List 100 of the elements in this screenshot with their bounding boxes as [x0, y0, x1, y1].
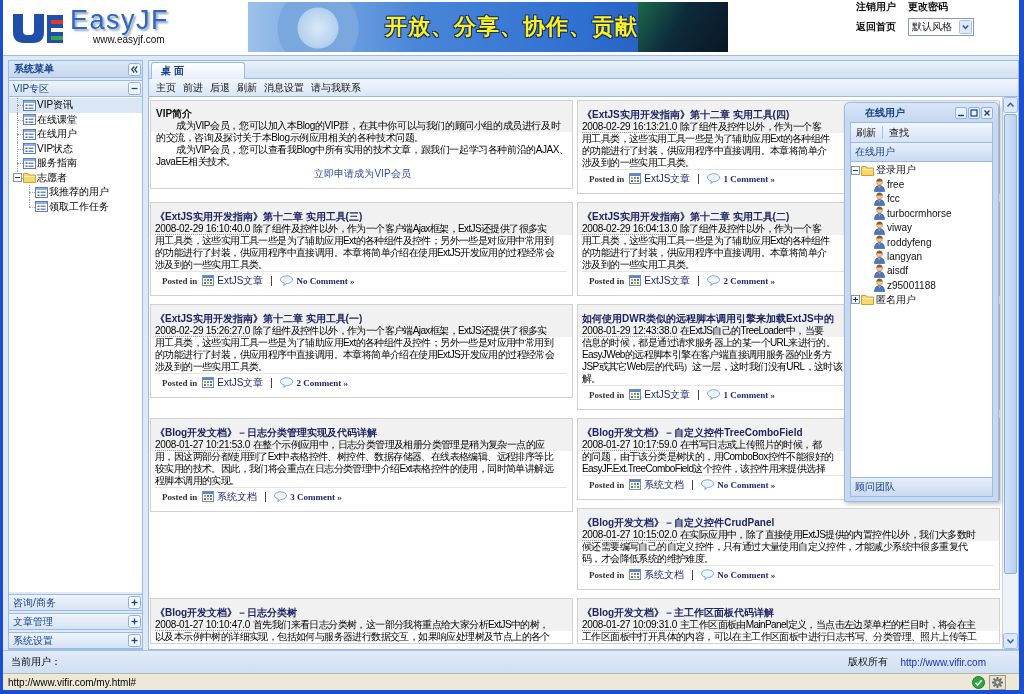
comment-link[interactable]: 2 Comment »	[296, 377, 348, 388]
list-icon	[23, 114, 36, 126]
grid-icon	[629, 479, 642, 490]
comment-link[interactable]: 1 Comment »	[723, 173, 775, 184]
comment-link[interactable]: 3 Comment »	[290, 491, 342, 502]
tree-item[interactable]: viway	[851, 220, 992, 235]
person-icon	[874, 206, 885, 221]
toolbar-button[interactable]: 消息设置	[263, 79, 305, 96]
post-title-link[interactable]: 《Blog开发文档》－自定义控件CrudPanel	[582, 516, 775, 529]
tree-item[interactable]: 志愿者	[9, 170, 142, 185]
grid-icon	[202, 377, 215, 388]
person-icon	[874, 263, 885, 278]
post-excerpt: 2008-01-29 12:43:38.0 在ExtJS自己的TreeLoader中，当要 信息的时候，都是通过请求服务器上的某一个URL来进行的。 EasyJWeb的远程脚本引擎在客户端直接调用服务器的业务方 JSP或其它Web层的代码）这一层，这时我们没有URL，这时该 解。	[582, 325, 843, 385]
tree-item[interactable]: fcc	[851, 191, 992, 207]
tree-item[interactable]: VIP资讯	[9, 98, 142, 113]
toolbar-button[interactable]: 后退	[209, 79, 231, 96]
tree-item[interactable]: 在线用户	[9, 127, 142, 142]
comment-link[interactable]: No Comment »	[717, 479, 776, 490]
post-title-link[interactable]: 《ExtJS实用开发指南》第十二章 实用工具(四)	[582, 108, 790, 121]
toolbar-button[interactable]: 刷新	[236, 79, 258, 96]
tree-item[interactable]: 领取工作任务	[9, 199, 142, 214]
expand-button[interactable]	[128, 615, 141, 628]
comment-link[interactable]: No Comment »	[717, 569, 776, 580]
tree-item[interactable]: 我推荐的用户	[9, 185, 142, 200]
accordion-header[interactable]: VIP专区	[9, 80, 142, 97]
toolbar-button[interactable]: 前进	[182, 79, 204, 96]
speech-bubble-icon	[707, 173, 721, 184]
header-link[interactable]: 更改密码	[908, 0, 948, 14]
folder-icon	[861, 164, 874, 176]
toolbar-button[interactable]: 主页	[155, 79, 177, 96]
panel-header: 在线用户	[851, 143, 992, 162]
intro-title: VIP简介	[156, 107, 193, 120]
tree-item[interactable]: langyan	[851, 249, 992, 264]
tree-item[interactable]: z95001188	[851, 278, 992, 293]
header-link[interactable]: 注销用户	[856, 0, 896, 14]
posted-in-label: Posted in	[162, 275, 198, 286]
tree-item[interactable]: roddyfeng	[851, 234, 992, 250]
post-excerpt: 2008-02-29 16:10:40.0 除了组件及控件以外，作为一个客户端Ajax框架，ExtJS还提供了很多实 用工具类，这些实用工具一些是为了辅助应用Ext的各种组件及控件；另外一些是对应用中常用到 的功能进行了封装，供应用程序中直接调用。本章将简单介绍在使用ExtJS开发应用的过程经常会 涉及到的一些实用工具类。	[155, 223, 555, 271]
speech-bubble-icon	[707, 389, 721, 400]
maximize-button[interactable]	[968, 106, 980, 119]
header-link[interactable]: 返回首页	[856, 20, 896, 34]
accordion-header[interactable]: 顾问团队	[851, 477, 992, 496]
tree-item[interactable]: 登录用户	[851, 163, 992, 178]
speech-bubble-icon	[701, 569, 715, 580]
accordion-header[interactable]: 系统设置	[9, 632, 142, 649]
scroll-up-button[interactable]	[1003, 97, 1018, 113]
comment-link[interactable]: 2 Comment »	[723, 275, 775, 286]
category-link[interactable]: 系统文档	[644, 477, 685, 492]
post-excerpt: 2008-01-27 10:17:59.0 在书写日志或上传照片的时候，都 的问题，由于该分类是树状的，用ComboBox控件不能很好的 EasyJF.Ext.TreeComboField这个控件，该控件用来提供选择	[582, 439, 834, 475]
scrollbar-thumb[interactable]	[1004, 114, 1017, 574]
posted-in-label: Posted in	[589, 275, 625, 286]
post-title-link[interactable]: 如何使用DWR类似的远程脚本调用引擎来加载ExtJS中的	[582, 312, 834, 325]
post-title-link[interactable]: 《ExtJS实用开发指南》第十二章 实用工具(二)	[582, 210, 790, 223]
category-link[interactable]: 系统文档	[644, 567, 685, 582]
tree-item[interactable]: 服务指南	[9, 156, 142, 171]
comment-link[interactable]: No Comment »	[296, 275, 355, 286]
list-icon	[23, 157, 36, 169]
minimize-button[interactable]	[955, 106, 967, 119]
tree-item[interactable]: VIP状态	[9, 141, 142, 156]
list-icon	[35, 201, 48, 213]
comment-link[interactable]: 1 Comment »	[723, 389, 775, 400]
post-title-link[interactable]: 《Blog开发文档》－日志分类树	[155, 606, 298, 619]
category-link[interactable]: ExtJS文章	[644, 273, 691, 288]
accordion-header[interactable]: 咨询/商务	[9, 594, 142, 611]
close-button[interactable]	[981, 106, 993, 119]
folder-icon	[861, 294, 874, 306]
category-link[interactable]: ExtJS文章	[217, 273, 264, 288]
toolbar-button[interactable]: 刷新	[853, 124, 879, 141]
category-link[interactable]: ExtJS文章	[644, 387, 691, 402]
category-link[interactable]: ExtJS文章	[217, 375, 264, 390]
status-url: http://www.vifir.com/my.html#	[8, 676, 137, 688]
collapse-sidebar-button[interactable]	[128, 62, 141, 76]
accordion-header[interactable]: 文章管理	[9, 613, 142, 630]
maximize-icon	[968, 106, 980, 119]
check-circle-icon	[972, 675, 985, 689]
category-link[interactable]: ExtJS文章	[644, 171, 691, 186]
scroll-down-button[interactable]	[1003, 633, 1018, 649]
tree-item[interactable]: turbocrmhorse	[851, 206, 992, 221]
expand-button[interactable]	[128, 596, 141, 609]
tree-item[interactable]: aisdf	[851, 263, 992, 279]
post-title-link[interactable]: 《ExtJS实用开发指南》第十二章 实用工具(三)	[155, 210, 363, 223]
category-link[interactable]: 系统文档	[217, 489, 258, 504]
tree-item[interactable]: free	[851, 177, 992, 192]
post-title-link[interactable]: 《ExtJS实用开发指南》第十二章 实用工具(一)	[155, 312, 363, 325]
post-title-link[interactable]: 《Blog开发文档》－日志分类管理实现及代码详解	[155, 426, 378, 439]
post-excerpt: 2008-02-29 15:26:27.0 除了组件及控件以外，作为一个客户端Ajax框架，ExtJS还提供了很多实 用工具类，这些实用工具一些是为了辅助应用Ext的各种组件及控件；另外一些是对应用中常用到 的功能进行了封装，供应用程序中直接调用。本章将简单介绍在使用ExtJS开发应用的过程经常会 涉及到的一些实用工具类。	[155, 325, 555, 373]
expand-button[interactable]	[128, 634, 141, 647]
grid-icon	[629, 173, 642, 184]
tree-item[interactable]: 匿名用户	[851, 292, 992, 307]
toolbar-button[interactable]: 请与我联系	[310, 79, 362, 96]
collapse-button[interactable]	[128, 82, 141, 95]
toolbar-button[interactable]: 查找	[886, 124, 912, 141]
tree-item[interactable]: 在线课堂	[9, 112, 142, 127]
tab[interactable]: 桌 面	[151, 62, 245, 79]
grid-icon	[629, 389, 642, 400]
style-select[interactable]: 默认风格	[908, 18, 974, 36]
post-title-link[interactable]: 《Blog开发文档》－主工作区面板代码详解	[582, 606, 775, 619]
post-title-link[interactable]: 《Blog开发文档》－自定义控件TreeComboField	[582, 426, 803, 439]
apply-link[interactable]: 立即申请成为VIP会员	[314, 168, 411, 179]
site-link[interactable]: http://www.vifir.com	[900, 656, 986, 668]
